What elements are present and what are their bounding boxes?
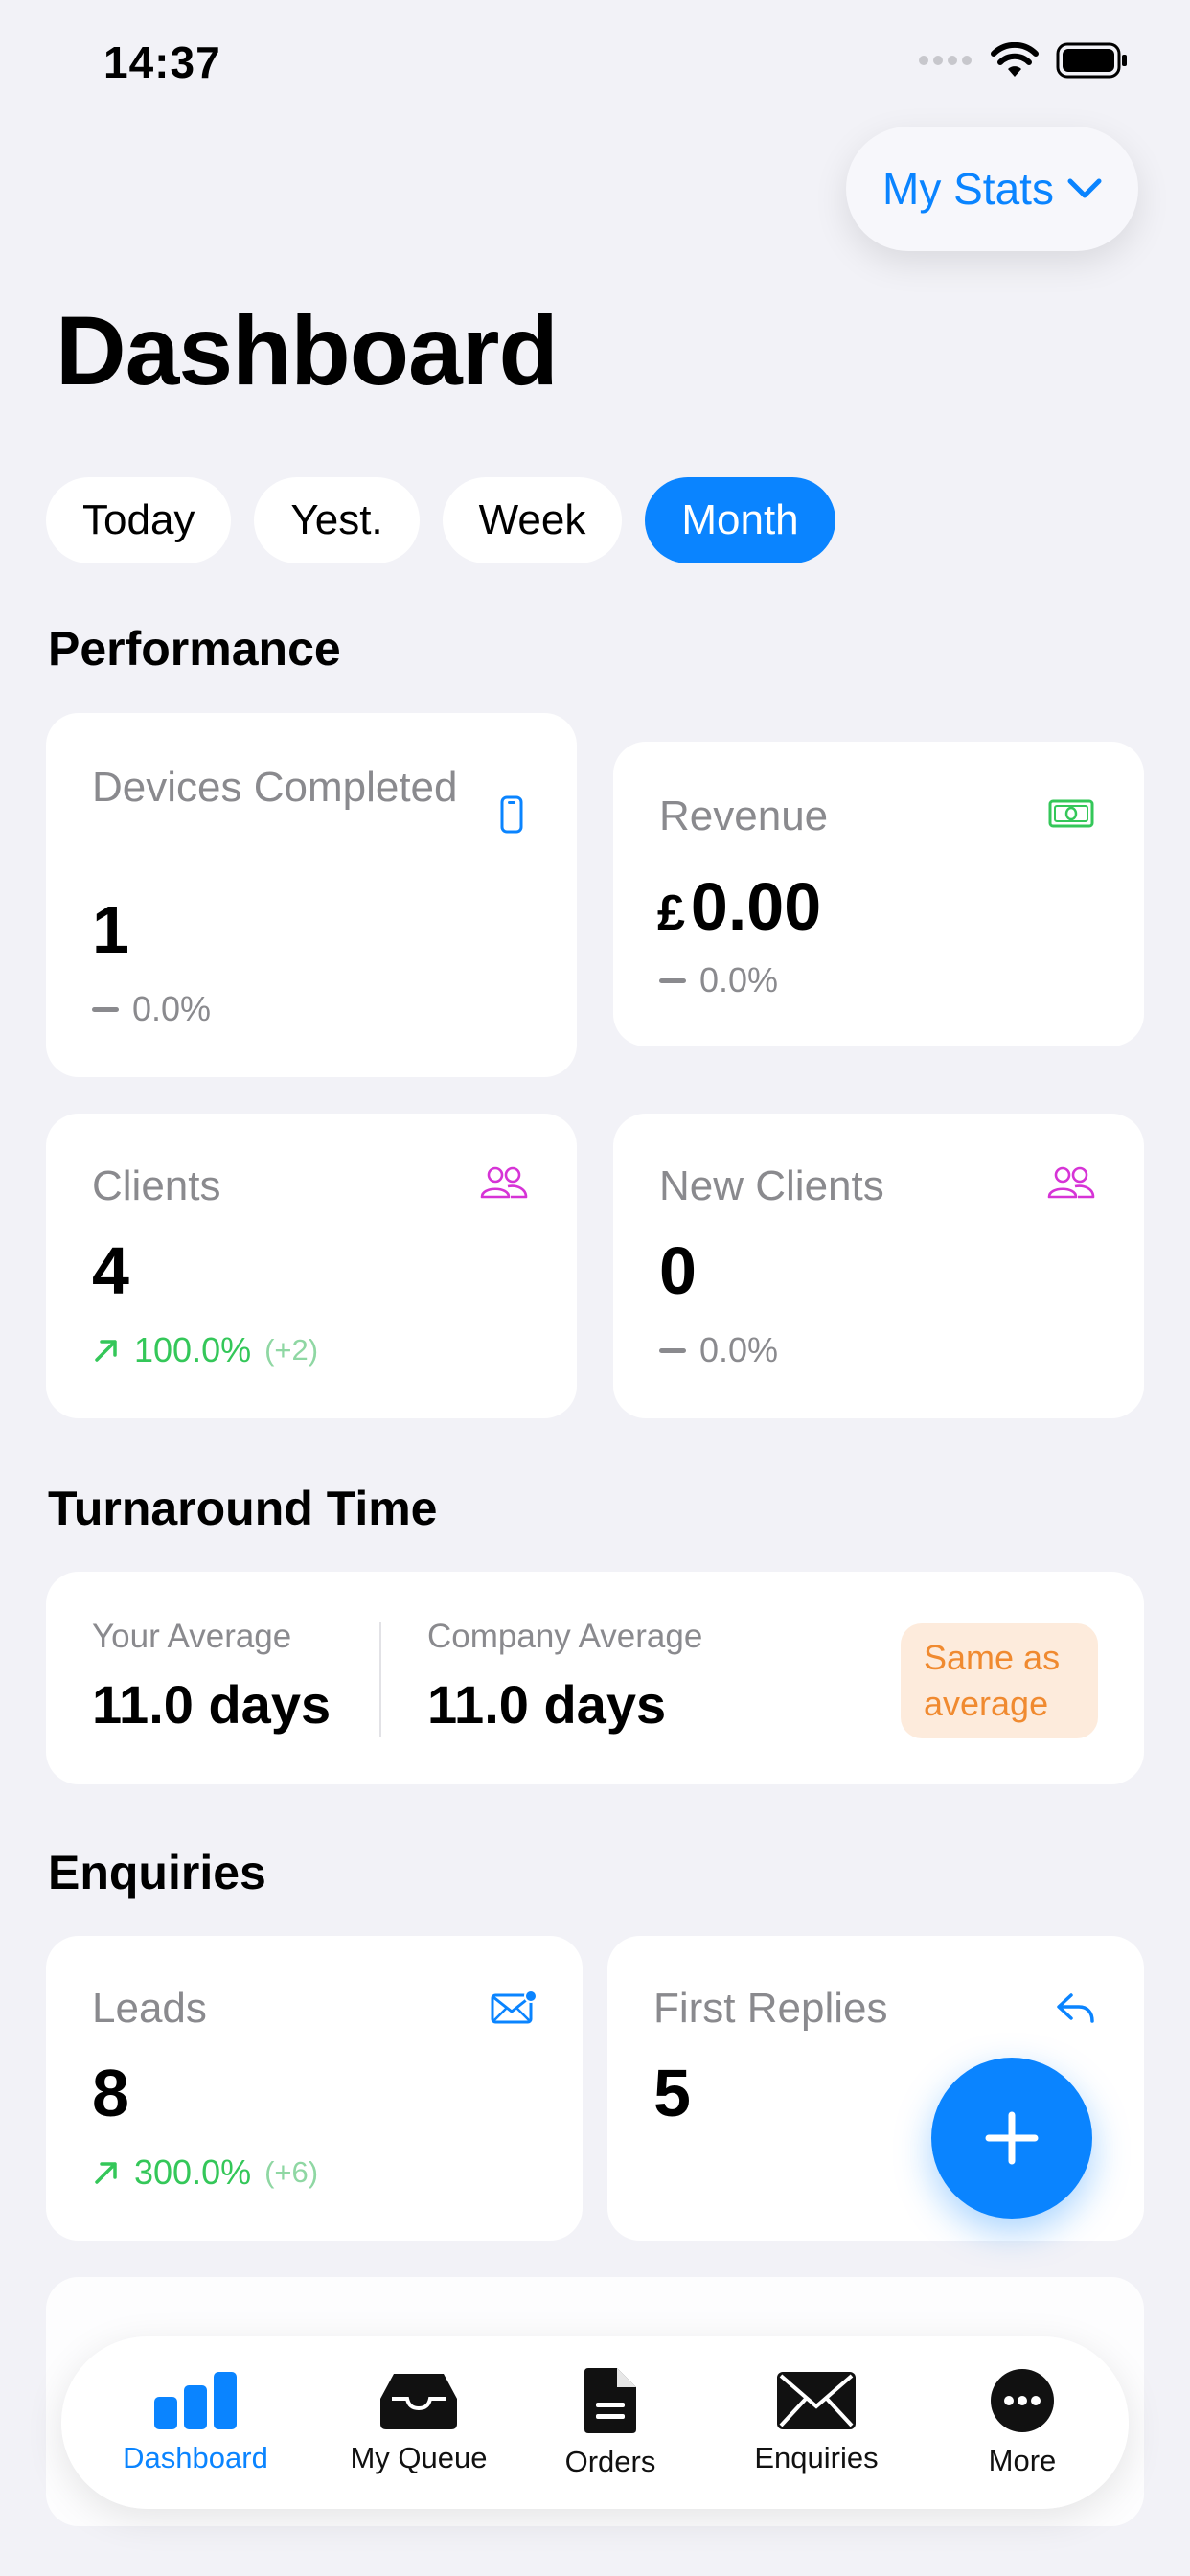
turnaround-card: Your Average 11.0 days Company Average 1… <box>46 1572 1144 1784</box>
tab-label: Enquiries <box>754 2441 879 2474</box>
chart-bar-icon <box>154 2372 237 2429</box>
stats-selector-label: My Stats <box>882 164 1054 214</box>
period-tabs: Today Yest. Week Month <box>46 477 835 564</box>
delta-text: 100.0% <box>134 1330 252 1369</box>
delta-text: 300.0% <box>134 2152 252 2192</box>
delta-sub-text: (+2) <box>264 1333 319 1367</box>
devices-completed-delta: 0.0% <box>92 989 211 1029</box>
delta-text: 0.0% <box>132 989 212 1028</box>
arrow-up-right-icon <box>95 1340 117 1362</box>
cellular-signal-icon <box>919 56 972 65</box>
clients-value: 4 <box>92 1233 129 1308</box>
arrow-up-right-icon <box>95 2162 117 2184</box>
ellipsis-icon <box>991 2369 1054 2432</box>
tab-more[interactable]: More <box>931 2336 1113 2509</box>
plus-icon <box>985 2111 1039 2165</box>
people-icon <box>480 1166 528 1199</box>
leads-card[interactable]: Leads 8 300.0% (+6) <box>46 1936 583 2241</box>
revenue-value-group: £ 0.00 <box>657 868 821 945</box>
delta-text: 0.0% <box>699 960 779 1000</box>
tab-dashboard[interactable]: Dashboard <box>73 2336 318 2509</box>
new-clients-delta: 0.0% <box>659 1330 778 1370</box>
your-average-label: Your Average <box>92 1618 292 1655</box>
first-replies-label: First Replies <box>653 1985 888 2032</box>
enquiries-section-title: Enquiries <box>48 1846 266 1899</box>
tab-my-queue[interactable]: My Queue <box>328 2336 510 2509</box>
document-icon <box>584 2368 636 2433</box>
tab-label: Dashboard <box>123 2441 268 2474</box>
clients-delta: 100.0% (+2) <box>92 1330 318 1370</box>
tab-label: Orders <box>564 2445 656 2478</box>
tab-enquiries[interactable]: Enquiries <box>711 2336 922 2509</box>
chevron-down-icon <box>1067 178 1102 198</box>
revenue-delta: 0.0% <box>659 960 778 1000</box>
delta-text: 0.0% <box>699 1330 779 1369</box>
revenue-label: Revenue <box>659 793 829 840</box>
delta-sub-text: (+6) <box>264 2155 319 2189</box>
new-clients-label: New Clients <box>659 1162 884 1209</box>
tab-bar: Dashboard My Queue Orders Enquiries More <box>61 2336 1129 2509</box>
turnaround-section-title: Turnaround Time <box>48 1482 438 1535</box>
revenue-currency: £ <box>657 886 685 941</box>
revenue-value: 0.00 <box>690 869 822 944</box>
phone-icon <box>500 795 523 834</box>
battery-icon <box>1056 42 1127 79</box>
envelope-badge-icon <box>491 1990 538 2024</box>
reply-icon <box>1057 1993 1094 2023</box>
new-clients-card[interactable]: New Clients 0 0.0% <box>613 1114 1144 1418</box>
first-replies-value: 5 <box>653 2056 691 2130</box>
company-average-label: Company Average <box>427 1618 703 1655</box>
new-clients-value: 0 <box>659 1233 697 1308</box>
people-icon <box>1047 1166 1095 1199</box>
tab-orders[interactable]: Orders <box>519 2336 701 2509</box>
period-tab-week[interactable]: Week <box>442 477 623 564</box>
tab-label: More <box>988 2444 1057 2477</box>
status-time: 14:37 <box>103 37 221 87</box>
company-average-value: 11.0 days <box>427 1674 667 1735</box>
devices-completed-card[interactable]: Devices Completed 1 0.0% <box>46 713 577 1077</box>
status-icons <box>918 42 1129 79</box>
performance-section-title: Performance <box>48 622 341 676</box>
leads-delta: 300.0% (+6) <box>92 2152 318 2193</box>
page-title: Dashboard <box>56 296 559 405</box>
stats-selector-button[interactable]: My Stats <box>846 126 1138 251</box>
clients-card[interactable]: Clients 4 100.0% (+2) <box>46 1114 577 1418</box>
banknote-icon <box>1048 799 1094 828</box>
period-tab-month[interactable]: Month <box>645 477 835 564</box>
no-change-icon <box>92 1006 119 1012</box>
period-tab-yesterday[interactable]: Yest. <box>254 477 420 564</box>
no-change-icon <box>659 1347 686 1353</box>
devices-completed-label: Devices Completed <box>92 764 458 811</box>
revenue-card[interactable]: Revenue £ 0.00 0.0% <box>613 742 1144 1046</box>
tray-icon <box>380 2374 457 2429</box>
leads-value: 8 <box>92 2056 129 2130</box>
leads-label: Leads <box>92 1985 207 2032</box>
tab-label: My Queue <box>350 2441 488 2474</box>
no-change-icon <box>659 978 686 983</box>
add-button[interactable] <box>931 2058 1092 2219</box>
divider <box>379 1622 381 1736</box>
period-tab-today[interactable]: Today <box>46 477 232 564</box>
clients-label: Clients <box>92 1162 221 1209</box>
wifi-icon <box>991 42 1039 77</box>
envelope-icon <box>777 2372 856 2429</box>
comparison-badge: Same as average <box>901 1623 1098 1738</box>
devices-completed-value: 1 <box>92 892 129 967</box>
your-average-value: 11.0 days <box>92 1674 332 1735</box>
